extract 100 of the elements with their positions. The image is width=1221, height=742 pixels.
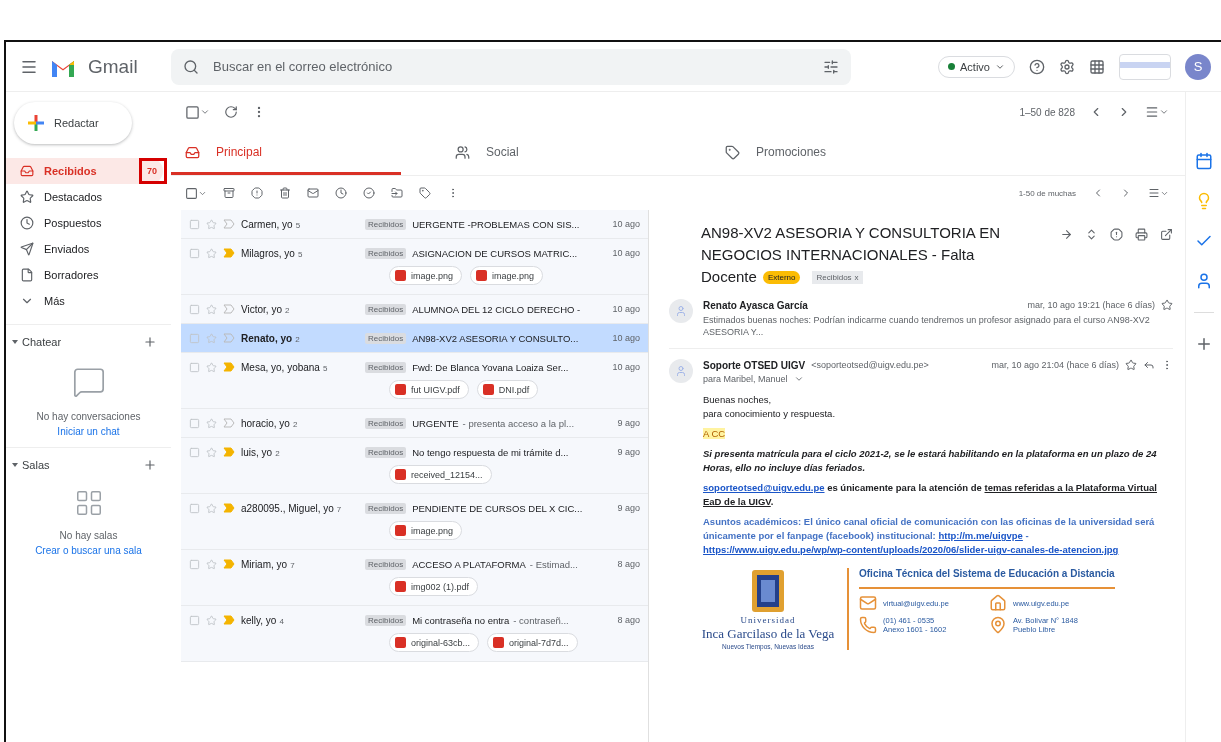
email-row[interactable]: kelly, yo 4 Recibidos Mi contraseña no entra - contraseñ... 8 ago original-63cb... original-7d7d... <box>181 606 648 662</box>
star-icon[interactable] <box>1161 299 1173 312</box>
star-icon[interactable] <box>206 247 217 259</box>
email-row[interactable]: luis, yo 2 Recibidos No tengo respuesta de mi trámite d... 9 ago received_12154... <box>181 438 648 494</box>
attachment-chip[interactable]: original-63cb... <box>389 633 480 652</box>
checkbox-icon[interactable] <box>189 502 200 514</box>
importance-marker-icon[interactable] <box>223 559 235 569</box>
label-tag[interactable]: Recibidos x <box>812 271 863 285</box>
refresh-icon[interactable] <box>224 105 238 119</box>
star-icon[interactable] <box>206 303 217 315</box>
category-tab[interactable]: Social <box>441 132 671 175</box>
attachment-chip[interactable]: fut UIGV.pdf <box>389 380 469 399</box>
checkbox-icon[interactable] <box>185 104 210 120</box>
highlighted-text: A CC <box>703 428 726 440</box>
checkbox-icon[interactable] <box>189 558 200 570</box>
attachment-chip[interactable]: image.png <box>389 521 463 540</box>
email-row[interactable]: Milagros, yo 5 Recibidos ASIGNACION DE CURSOS MATRIC... 10 ago image.png image.png <box>181 239 648 295</box>
layout-icon[interactable] <box>1145 105 1169 119</box>
help-icon[interactable] <box>1029 58 1045 75</box>
star-icon[interactable] <box>206 502 217 514</box>
search-input[interactable]: Buscar en el correo electrónico <box>211 58 811 75</box>
checkbox-icon[interactable] <box>189 247 200 259</box>
envelope-icon[interactable] <box>307 187 319 199</box>
importance-marker-icon[interactable] <box>223 615 235 625</box>
section-link[interactable]: Crear o buscar una sala <box>35 545 142 556</box>
caret-icon[interactable] <box>12 462 18 468</box>
category-tab[interactable]: Promociones <box>711 132 941 175</box>
section-title[interactable]: Chatear <box>22 336 62 348</box>
star-icon[interactable] <box>206 332 217 344</box>
plus-icon[interactable] <box>143 458 157 472</box>
arrow-right-icon[interactable] <box>1060 228 1073 241</box>
attachment-chip[interactable]: received_12154... <box>389 465 492 484</box>
attachment-chip[interactable]: DNI.pdf <box>476 380 539 399</box>
move-icon[interactable] <box>391 187 403 199</box>
attachment-chip[interactable]: image.png <box>470 266 544 285</box>
importance-marker-icon[interactable] <box>223 304 235 314</box>
clock-icon[interactable] <box>335 187 347 199</box>
importance-marker-icon[interactable] <box>223 248 235 258</box>
task-icon[interactable] <box>363 187 375 199</box>
email-row[interactable]: Miriam, yo 7 Recibidos ACCESO A PLATAFORMA - Estimad... 8 ago img002 (1).pdf <box>181 550 648 606</box>
expand-icon[interactable] <box>1085 228 1098 241</box>
star-icon[interactable] <box>206 446 217 458</box>
star-icon[interactable] <box>206 218 217 230</box>
search-icon[interactable] <box>183 58 199 75</box>
star-icon[interactable] <box>1125 359 1137 372</box>
email-row[interactable]: horacio, yo 2 Recibidos URGENTE - presenta acceso a la pl... 9 ago <box>181 409 648 438</box>
trash-icon[interactable] <box>279 187 291 199</box>
email-row[interactable]: Renato, yo 2 Recibidos AN98-XV2 ASESORIA Y CONSULTO... 10 ago <box>181 324 648 353</box>
checkbox-icon[interactable] <box>189 614 200 626</box>
label-icon[interactable] <box>419 187 431 199</box>
email-row[interactable]: Mesa, yo, yobana 5 Recibidos Fwd: De Blanca Yovana Loaiza Ser... 10 ago fut UIGV.pdf DNI.pdf <box>181 353 648 409</box>
print-icon[interactable] <box>1135 228 1148 241</box>
compose-button[interactable]: Redactar <box>14 102 132 144</box>
apps-grid-icon[interactable] <box>1089 58 1105 75</box>
importance-marker-icon[interactable] <box>223 447 235 457</box>
star-icon[interactable] <box>206 614 217 626</box>
email-link[interactable]: http://m.me/uigvpe <box>938 530 1023 542</box>
importance-marker-icon[interactable] <box>223 333 235 343</box>
checkbox-icon[interactable] <box>185 186 207 200</box>
checkbox-icon[interactable] <box>189 303 200 315</box>
checkbox-icon[interactable] <box>189 417 200 429</box>
email-link[interactable]: soporteotsed@uigv.edu.pe <box>703 482 825 494</box>
sidebar-item[interactable]: Destacados <box>6 184 163 210</box>
importance-marker-icon[interactable] <box>223 503 235 513</box>
checkbox-icon[interactable] <box>189 446 200 458</box>
importance-marker-icon[interactable] <box>223 219 235 229</box>
email-row[interactable]: Victor, yo 2 Recibidos ALUMNOA DEL 12 CICLO DERECHO - 10 ago <box>181 295 648 324</box>
settings-icon[interactable] <box>1059 58 1075 75</box>
sidebar-item[interactable]: Pospuestos <box>6 210 163 236</box>
sidebar-item[interactable]: Borradores <box>6 262 163 288</box>
checkbox-icon[interactable] <box>189 332 200 344</box>
calendar-icon[interactable] <box>1194 152 1213 170</box>
filter-icon[interactable] <box>823 58 839 75</box>
email-link[interactable]: https://www.uigv.edu.pe/wp/wp-content/uploads/2020/06/slider-uigv-canales-de-atencion.jpg <box>703 544 1119 556</box>
attachment-chip[interactable]: img002 (1).pdf <box>389 577 479 596</box>
section-link[interactable]: Iniciar un chat <box>57 426 120 437</box>
caret-icon[interactable] <box>12 339 18 345</box>
email-row[interactable]: a280095., Miguel, yo 7 Recibidos PENDIENTE DE CURSOS DEL X CIC... 9 ago image.png <box>181 494 648 550</box>
external-link-icon[interactable] <box>1160 228 1173 241</box>
plus-icon[interactable] <box>143 335 157 349</box>
importance-marker-icon[interactable] <box>223 362 235 372</box>
report-icon[interactable] <box>251 187 263 199</box>
attachment-chip[interactable]: image.png <box>389 266 463 285</box>
star-icon[interactable] <box>206 558 217 570</box>
importance-marker-icon[interactable] <box>223 418 235 428</box>
email-subject: Mi contraseña no entra <box>412 614 510 626</box>
section-title[interactable]: Salas <box>22 459 50 471</box>
star-icon[interactable] <box>206 417 217 429</box>
sidebar-item[interactable]: Más <box>6 288 163 314</box>
category-tab[interactable]: Principal <box>171 132 401 175</box>
email-row[interactable]: Carmen, yo 5 Recibidos UERGENTE -PROBLEMAS CON SIS... 10 ago <box>181 210 648 239</box>
sidebar-item[interactable]: Enviados <box>6 236 163 262</box>
attachment-chip[interactable]: original-7d7d... <box>487 633 578 652</box>
star-icon[interactable] <box>206 361 217 373</box>
status-button[interactable]: Activo <box>938 55 1015 78</box>
checkbox-icon[interactable] <box>189 218 200 230</box>
archive-icon[interactable] <box>223 187 235 199</box>
checkbox-icon[interactable] <box>189 361 200 373</box>
layout-icon[interactable] <box>1148 187 1169 199</box>
search-field[interactable]: Buscar en el correo electrónico <box>171 48 851 85</box>
